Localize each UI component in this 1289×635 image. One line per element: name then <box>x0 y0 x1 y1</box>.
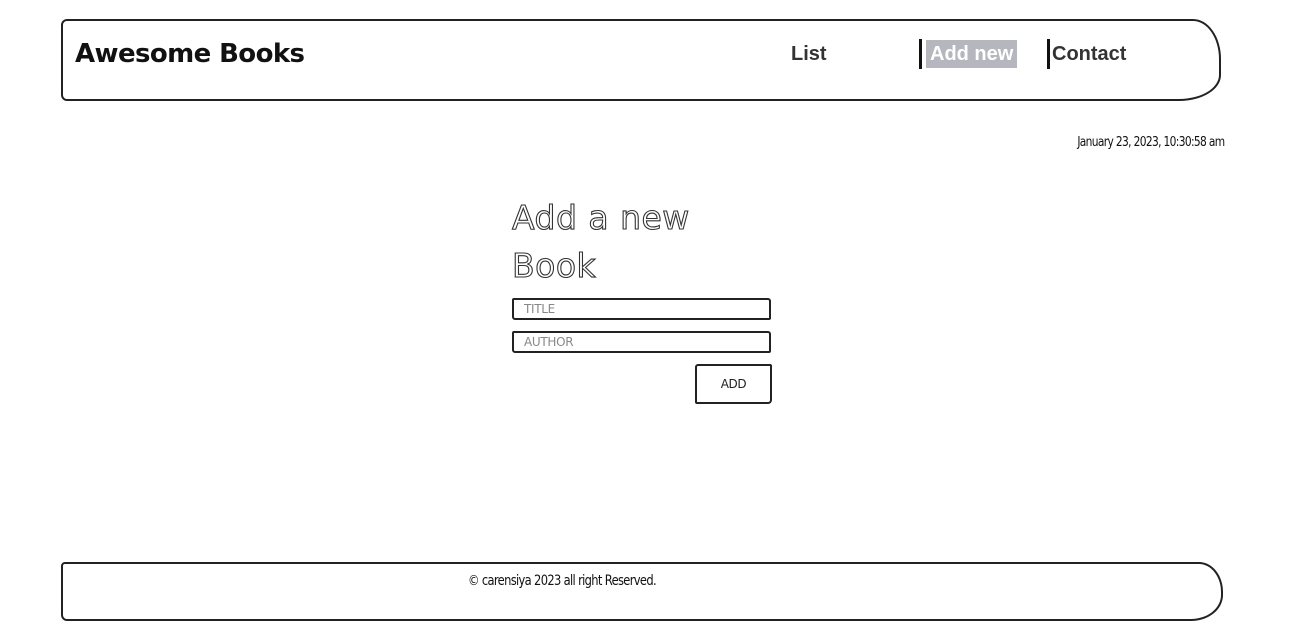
page: Awesome Books List Add new Contact Janua… <box>0 0 1289 635</box>
brand-logo: Awesome Books <box>75 39 305 69</box>
nav-separator <box>1047 39 1050 69</box>
add-button[interactable]: ADD <box>695 364 772 404</box>
author-input[interactable] <box>512 331 771 353</box>
header: Awesome Books List Add new Contact <box>61 19 1221 101</box>
title-input[interactable] <box>512 298 771 320</box>
copyright-text: © carensiya 2023 all right Reserved. <box>468 573 657 589</box>
nav-separator <box>919 39 922 69</box>
nav-link-list[interactable]: List <box>791 39 827 69</box>
nav-item-contact: Contact <box>1047 39 1126 69</box>
nav-link-contact[interactable]: Contact <box>1052 39 1126 69</box>
nav-link-add-new[interactable]: Add new <box>926 40 1018 68</box>
nav-item-list: List <box>791 39 827 69</box>
current-datetime: January 23, 2023, 10:30:58 am <box>1077 135 1226 150</box>
form-heading: Add a new Book <box>511 197 690 285</box>
footer: © carensiya 2023 all right Reserved. <box>61 562 1223 621</box>
nav-item-add-new: Add new <box>919 39 1018 69</box>
